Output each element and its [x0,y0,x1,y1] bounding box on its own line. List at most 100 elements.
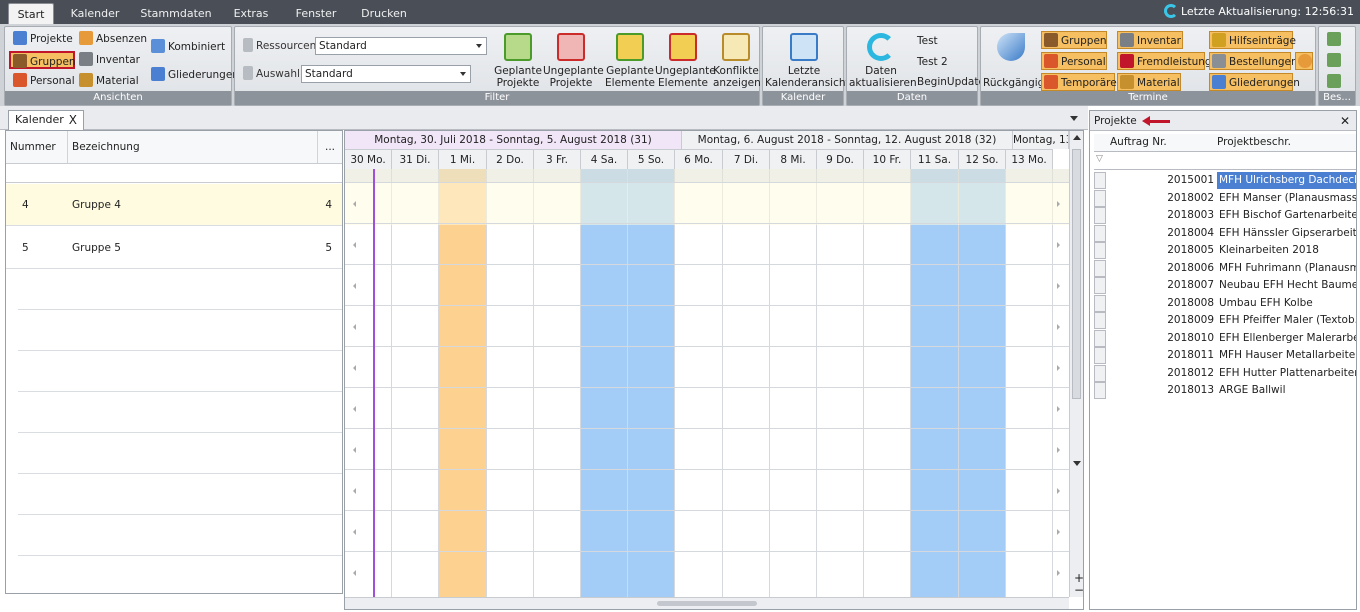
list-item[interactable]: 2018006 MFH Fuhrimann (Planausm... [1090,260,1356,278]
list-item[interactable]: 2018010 EFH Ellenberger Malerarbe... [1090,330,1356,348]
termine-personal-button[interactable]: Personal [1041,52,1107,70]
tab-start[interactable]: Start [8,3,54,24]
list-item[interactable]: 2018008 Umbau EFH Kolbe [1090,295,1356,313]
scroll-right-marker-icon[interactable] [1057,201,1060,207]
scroll-right-marker-icon[interactable] [1057,529,1060,535]
scroll-left-marker-icon[interactable] [353,201,356,207]
daten-aktualisieren-button[interactable]: Daten aktualisieren [849,31,917,89]
tab-stammdaten[interactable]: Stammdaten [140,3,212,24]
test-button[interactable]: Test [915,32,938,50]
ansichten-kombiniert-button[interactable]: Kombiniert [149,38,225,56]
horizontal-scrollbar[interactable] [345,597,1069,609]
day-column[interactable] [581,169,628,599]
termine-bestellungen-button[interactable]: Bestellungen [1209,52,1298,70]
filter-row[interactable] [6,163,342,183]
list-item[interactable]: 2018013 ARGE Ballwil [1090,382,1356,400]
ansichten-personal-button[interactable]: Personal [11,72,75,90]
scroll-left-marker-icon[interactable] [353,324,356,330]
termine-gliederungen-button[interactable]: Gliederungen [1209,73,1300,91]
list-item[interactable]: 2018004 EFH Hänssler Gipserarbeiten [1090,225,1356,243]
termine-material-button[interactable]: Material [1117,73,1181,91]
scroll-up-icon[interactable] [1073,135,1081,140]
list-item[interactable]: 2018007 Neubau EFH Hecht Baumei... [1090,277,1356,295]
scroll-right-marker-icon[interactable] [1057,242,1060,248]
list-item[interactable]: 2018011 MFH Hauser Metallarbeiten [1090,347,1356,365]
day-column[interactable] [911,169,959,599]
extra-button-3[interactable] [1325,73,1344,91]
table-row[interactable]: 5 Gruppe 5 5 [6,227,342,269]
close-icon[interactable]: X [69,111,77,129]
tab-list-dropdown-icon[interactable] [1070,116,1078,121]
ungeplante-elemente-button[interactable]: Ungeplante Elemente [655,31,716,89]
list-item[interactable]: 2018009 EFH Pfeiffer Maler (Textob... [1090,312,1356,330]
day-column[interactable] [770,169,817,599]
termine-fremdleistung-button[interactable]: Fremdleistung [1117,52,1212,70]
list-item[interactable]: 2018005 Kleinarbeiten 2018 [1090,242,1356,260]
ansichten-gliederungen-button[interactable]: Gliederungen [149,66,239,84]
day-column[interactable] [723,169,770,599]
horizontal-scrollbar-thumb[interactable] [657,601,757,606]
rueckgaengig-button[interactable]: Rückgängig [983,31,1044,89]
scroll-right-marker-icon[interactable] [1057,406,1060,412]
termine-gruppen-button[interactable]: Gruppen [1041,31,1107,49]
scroll-right-marker-icon[interactable] [1057,324,1060,330]
ansichten-absenzen-button[interactable]: Absenzen [77,30,147,48]
column-header-nummer[interactable]: Nummer [6,131,68,163]
scroll-left-marker-icon[interactable] [353,488,356,494]
scroll-right-marker-icon[interactable] [1057,365,1060,371]
scroll-left-marker-icon[interactable] [353,283,356,289]
scroll-left-marker-icon[interactable] [353,365,356,371]
day-column[interactable] [817,169,864,599]
ungeplante-projekte-button[interactable]: Ungeplante Projekte [543,31,604,89]
day-column[interactable] [959,169,1006,599]
day-column[interactable] [392,169,439,599]
scroll-left-marker-icon[interactable] [353,447,356,453]
extra-button-2[interactable] [1325,52,1344,70]
termine-link-button[interactable] [1295,52,1313,70]
test2-button[interactable]: Test 2 [915,53,948,71]
scroll-right-marker-icon[interactable] [1057,283,1060,289]
extra-button-1[interactable] [1325,31,1344,49]
letzte-kalenderansicht-button[interactable]: Letzte Kalenderansicht [765,31,850,89]
tab-drucken[interactable]: Drucken [356,3,412,24]
tab-fenster[interactable]: Fenster [290,3,342,24]
day-column[interactable] [534,169,581,599]
ressourcen-select[interactable]: Standard [315,37,487,55]
tab-extras[interactable]: Extras [228,3,274,24]
list-item[interactable]: 2015001 MFH Ulrichsberg Dachdeck... [1090,172,1356,190]
ansichten-gruppen-button[interactable]: Gruppen [9,51,76,69]
scroll-down-icon[interactable] [1073,461,1081,466]
table-row[interactable]: 4 Gruppe 4 4 [6,184,342,226]
list-item[interactable]: 2018003 EFH Bischof Gartenarbeiten [1090,207,1356,225]
tab-kalender[interactable]: Kalender [66,3,124,24]
day-column[interactable] [628,169,675,599]
column-header-projektbeschr[interactable]: Projektbeschr. [1217,134,1291,151]
beginupdate-button[interactable]: BeginUpdate [915,73,985,91]
day-column[interactable] [487,169,534,599]
termine-inventar-button[interactable]: Inventar [1117,31,1183,49]
list-item[interactable]: 2018012 EFH Hutter Plattenarbeiten [1090,365,1356,383]
termine-temporaere-button[interactable]: Temporäre [1041,73,1117,91]
projects-filter-row[interactable]: ▽ [1094,152,1356,170]
column-header-auftrag-nr[interactable]: Auftrag Nr. [1110,134,1167,151]
scroll-right-marker-icon[interactable] [1057,570,1060,576]
scrollbar-thumb[interactable] [1072,149,1081,399]
vertical-scrollbar[interactable]: + − [1069,131,1083,597]
konflikte-anzeigen-button[interactable]: Konflikte anzeigen [713,31,761,89]
scroll-right-marker-icon[interactable] [1057,488,1060,494]
column-chooser-button[interactable]: ... [318,131,342,163]
scroll-left-marker-icon[interactable] [353,529,356,535]
ansichten-projekte-button[interactable]: Projekte [11,30,73,48]
termine-hilfseintraege-button[interactable]: Hilfseinträge [1209,31,1296,49]
list-item[interactable]: 2018002 EFH Manser (Planausmass) [1090,190,1356,208]
scroll-right-marker-icon[interactable] [1057,447,1060,453]
scroll-left-marker-icon[interactable] [353,570,356,576]
geplante-elemente-button[interactable]: Geplante Elemente [605,31,655,89]
tab-kalender-document[interactable]: Kalender X [8,110,84,130]
column-header-bezeichnung[interactable]: Bezeichnung [68,131,318,163]
day-column[interactable] [675,169,723,599]
ansichten-inventar-button[interactable]: Inventar [77,51,140,69]
day-column[interactable] [1006,169,1053,599]
auswahl-select[interactable]: Standard [301,65,471,83]
day-column[interactable] [864,169,911,599]
